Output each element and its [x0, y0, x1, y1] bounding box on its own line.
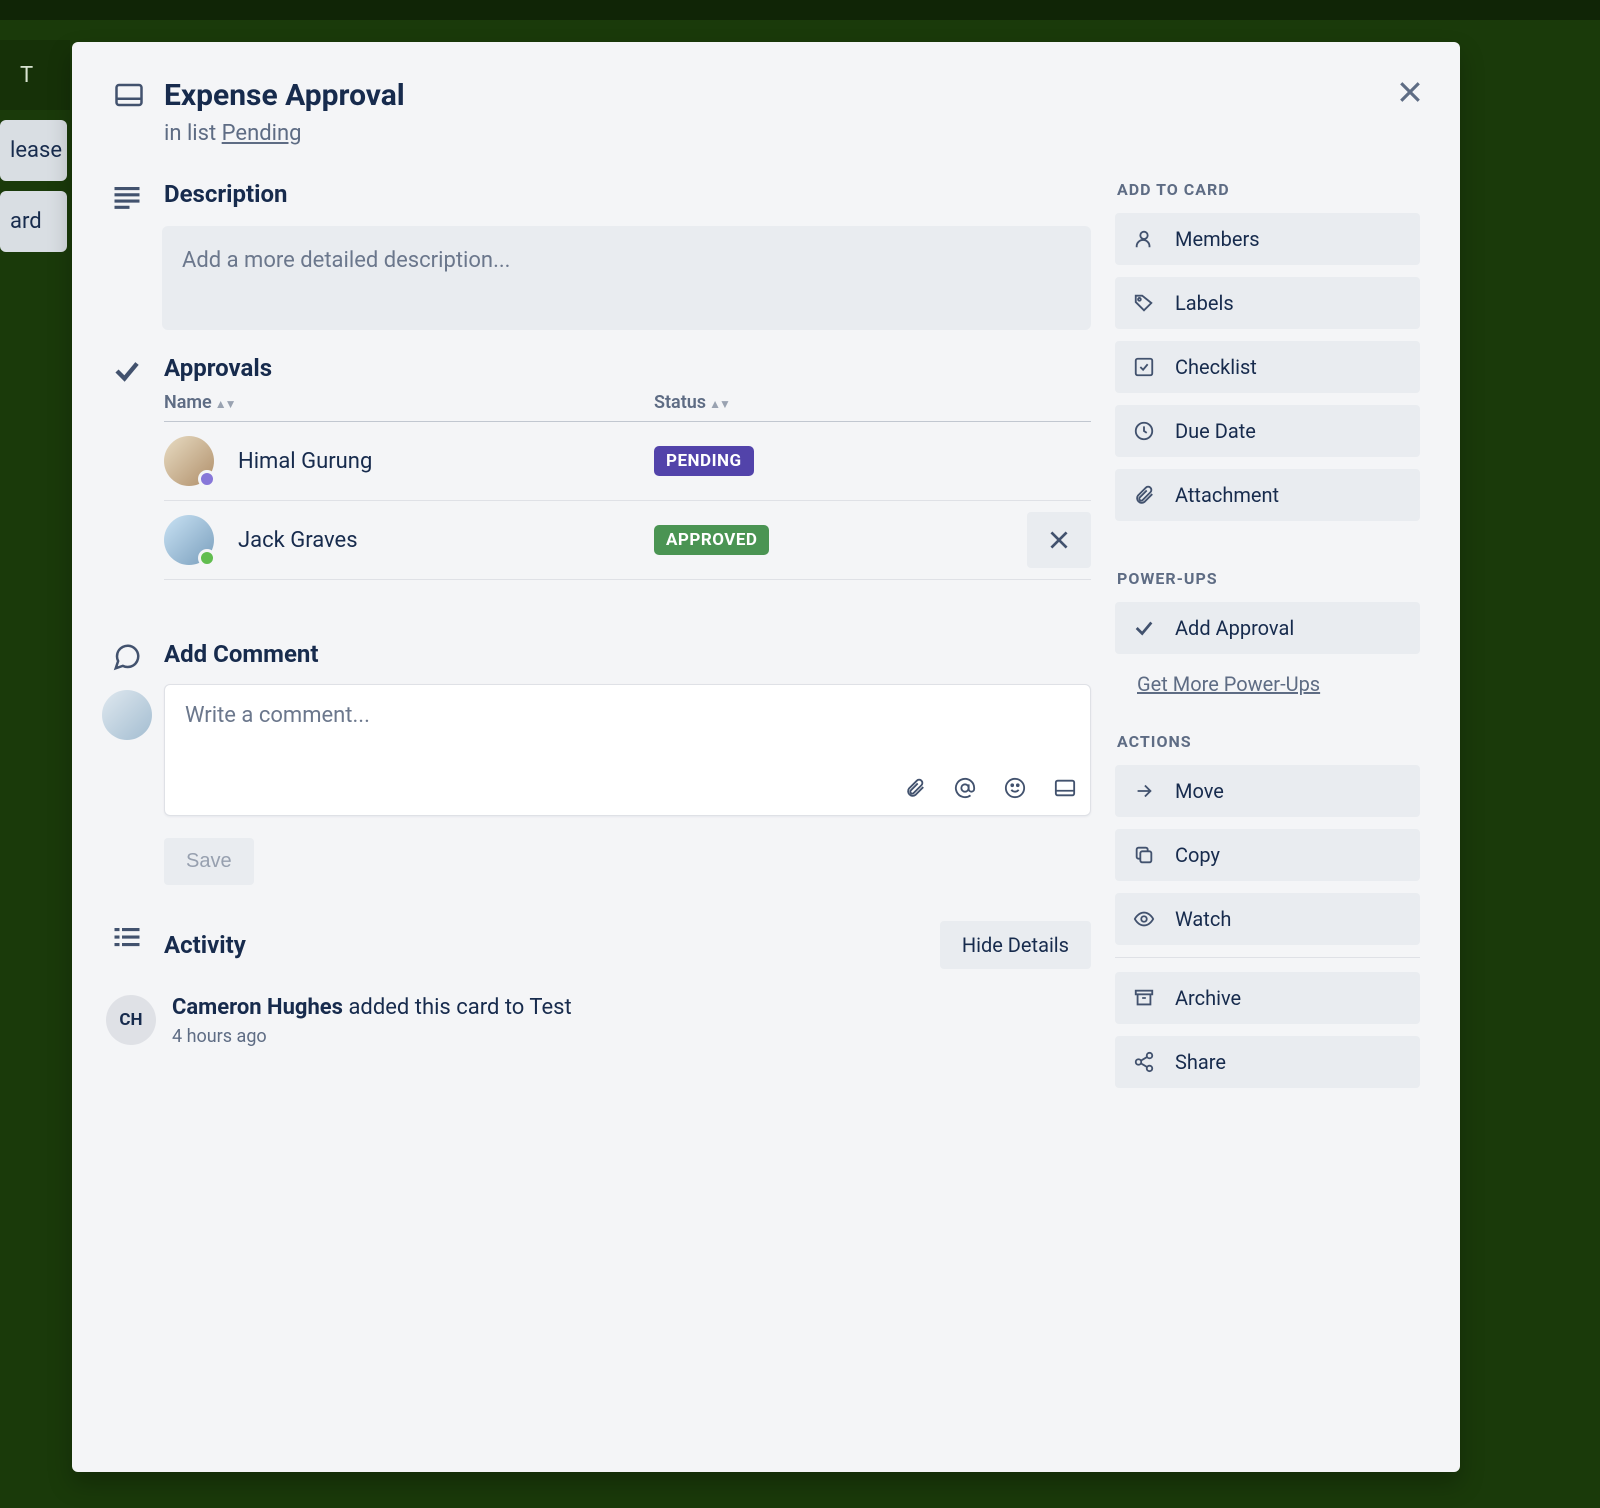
- card-list-link[interactable]: Pending: [222, 121, 302, 146]
- archive-button[interactable]: Archive: [1115, 972, 1420, 1024]
- attachment-button[interactable]: Attachment: [1115, 469, 1420, 521]
- attach-icon[interactable]: [904, 777, 926, 803]
- members-button[interactable]: Members: [1115, 213, 1420, 265]
- comment-placeholder: Write a comment...: [185, 703, 1070, 728]
- card-list-location: in list Pending: [164, 121, 405, 146]
- more-powerups-link[interactable]: Get More Power-Ups: [1137, 672, 1320, 696]
- due-date-button[interactable]: Due Date: [1115, 405, 1420, 457]
- add-approval-button[interactable]: Add Approval: [1115, 602, 1420, 654]
- approval-row: Himal Gurung PENDING: [164, 422, 1091, 501]
- activity-timestamp: 4 hours ago: [172, 1026, 572, 1047]
- close-icon: [1046, 527, 1072, 553]
- activity-section: Activity Hide Details CH Cameron Hughes …: [112, 921, 1091, 1047]
- comment-section: Add Comment Write a comment...: [112, 640, 1091, 885]
- approvals-column-name[interactable]: Name▲▼: [164, 392, 654, 413]
- checklist-icon: [1133, 356, 1155, 378]
- comment-title: Add Comment: [164, 640, 1091, 668]
- description-section: Description Add a more detailed descript…: [112, 180, 1091, 330]
- activity-item: CH Cameron Hughes added this card to Tes…: [106, 995, 1091, 1047]
- card-modal: Expense Approval in list Pending Descrip…: [72, 42, 1460, 1472]
- watch-button[interactable]: Watch: [1115, 893, 1420, 945]
- description-title: Description: [164, 180, 1091, 208]
- background-list-1: ard: [0, 191, 67, 252]
- labels-button[interactable]: Labels: [1115, 277, 1420, 329]
- card-link-icon[interactable]: [1054, 777, 1076, 803]
- avatar: [164, 436, 214, 486]
- comment-icon: [112, 640, 164, 885]
- comment-save-button[interactable]: Save: [164, 838, 254, 885]
- sidebar-heading-powerups: POWER-UPS: [1117, 569, 1420, 588]
- copy-icon: [1133, 844, 1155, 866]
- share-button[interactable]: Share: [1115, 1036, 1420, 1088]
- person-icon: [1133, 228, 1155, 250]
- close-modal-button[interactable]: [1382, 64, 1438, 120]
- check-icon: [1133, 617, 1155, 639]
- approvals-icon: [112, 354, 164, 580]
- checklist-button[interactable]: Checklist: [1115, 341, 1420, 393]
- tag-icon: [1133, 292, 1155, 314]
- approvals-column-status[interactable]: Status▲▼: [654, 392, 1091, 413]
- card-sidebar: ADD TO CARD Members Labels Checklist Due…: [1115, 180, 1420, 1100]
- app-topbar: [0, 0, 1600, 20]
- approval-row: Jack Graves APPROVED: [164, 501, 1091, 580]
- activity-avatar: CH: [106, 995, 156, 1045]
- paperclip-icon: [1133, 484, 1155, 506]
- approvals-header-row: Name▲▼ Status▲▼: [164, 382, 1091, 422]
- description-input[interactable]: Add a more detailed description...: [162, 226, 1091, 330]
- arrow-right-icon: [1133, 780, 1155, 802]
- board-header-fragment: T: [0, 40, 70, 110]
- clock-icon: [1133, 420, 1155, 442]
- sidebar-heading-add-to-card: ADD TO CARD: [1117, 180, 1420, 199]
- background-list-0: lease .: [0, 120, 67, 181]
- card-icon: [112, 78, 164, 114]
- emoji-icon[interactable]: [1004, 777, 1026, 803]
- copy-button[interactable]: Copy: [1115, 829, 1420, 881]
- presence-dot-icon: [198, 470, 216, 488]
- status-badge: APPROVED: [654, 525, 769, 555]
- comment-input[interactable]: Write a comment...: [164, 684, 1091, 816]
- card-header: Expense Approval in list Pending: [112, 78, 1420, 146]
- approvals-title: Approvals: [164, 354, 1091, 382]
- activity-text: Cameron Hughes added this card to Test: [172, 995, 572, 1020]
- eye-icon: [1133, 908, 1155, 930]
- status-badge: PENDING: [654, 446, 754, 476]
- description-icon: [112, 180, 164, 330]
- move-button[interactable]: Move: [1115, 765, 1420, 817]
- approvals-section: Approvals Name▲▼ Status▲▼ Himal Gurung P…: [112, 354, 1091, 580]
- card-title[interactable]: Expense Approval: [164, 78, 405, 113]
- background-board-fragment: T lease . ard: [0, 40, 70, 252]
- presence-dot-icon: [198, 549, 216, 567]
- sidebar-heading-actions: ACTIONS: [1117, 732, 1420, 751]
- archive-icon: [1133, 987, 1155, 1009]
- mention-icon[interactable]: [954, 777, 976, 803]
- current-user-avatar: [102, 690, 152, 740]
- share-icon: [1133, 1051, 1155, 1073]
- close-icon: [1395, 77, 1425, 107]
- sidebar-divider: [1115, 957, 1420, 958]
- hide-details-button[interactable]: Hide Details: [940, 921, 1091, 969]
- remove-approver-button[interactable]: [1027, 512, 1091, 568]
- approver-name: Himal Gurung: [238, 449, 654, 474]
- avatar: [164, 515, 214, 565]
- approver-name: Jack Graves: [238, 528, 654, 553]
- activity-title: Activity: [164, 931, 246, 959]
